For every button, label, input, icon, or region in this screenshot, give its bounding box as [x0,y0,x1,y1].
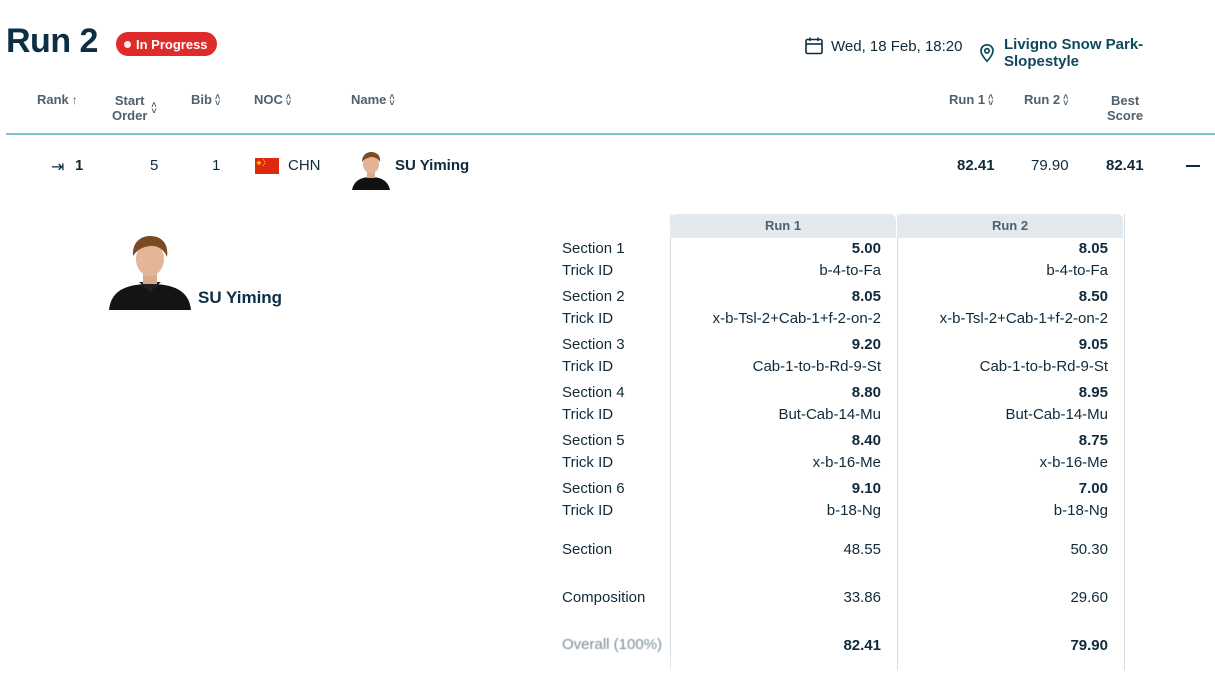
run2-trick-6: b-18-Ng [1053,502,1108,519]
row-start-order: 5 [150,157,159,174]
col-run2[interactable]: Run 2 ˄ ˅ [1024,92,1068,107]
run1-column-header: Run 1 [670,214,896,238]
label-trick-2: Trick ID [562,310,614,327]
run1-trick-1: b-4-to-Fa [819,262,881,279]
run1-section-6: 9.10 [851,480,881,497]
location-pin-icon [977,43,997,63]
col-best-score: Best Score [1107,93,1143,123]
run1-trick-6: b-18-Ng [826,502,881,519]
label-section-1: Section 1 [562,240,625,257]
sort-ascending-icon: ↑ [71,92,78,107]
col-run1[interactable]: Run 1 ˄ ˅ [949,92,993,107]
col-run2-label: Run 2 [1024,92,1061,107]
run1-trick-2: x-b-Tsl-2+Cab-1+f-2-on-2 [712,310,881,327]
row-run1: 82.41 [957,157,995,174]
label-section-4: Section 4 [562,384,625,401]
run2-section-3: 9.05 [1078,336,1108,353]
run2-section-2: 8.50 [1078,288,1108,305]
run2-column-header: Run 2 [897,214,1123,238]
run2-trick-4: But-Cab-14-Mu [1005,406,1108,423]
run1-trick-4: But-Cab-14-Mu [778,406,881,423]
row-name[interactable]: SU Yiming [395,157,469,174]
run2-trick-2: x-b-Tsl-2+Cab-1+f-2-on-2 [939,310,1108,327]
run2-section-4: 8.95 [1078,384,1108,401]
run2-trick-1: b-4-to-Fa [1046,262,1108,279]
run2-trick-5: x-b-16-Me [1039,454,1108,471]
scroll-fade-overlay [480,655,740,695]
row-bib: 1 [212,157,221,174]
run1-section-5: 8.40 [851,432,881,449]
label-trick-4: Trick ID [562,406,614,423]
row-run2: 79.90 [1031,157,1069,174]
status-text: In Progress [136,36,208,52]
col-start-order-label-1: Start [114,93,145,108]
athlete-photo [109,232,191,310]
label-trick-3: Trick ID [562,358,614,375]
collapse-icon[interactable] [1186,165,1200,167]
label-section-total: Section [562,541,613,558]
label-section-6: Section 6 [562,480,625,497]
expand-arrow-icon[interactable]: ⇥ [51,157,64,177]
col-name-label: Name [351,92,387,107]
row-best: 82.41 [1106,157,1144,174]
run2-trick-3: Cab-1-to-b-Rd-9-St [979,358,1108,375]
run2-section-1: 8.05 [1078,240,1108,257]
run1-composition: 33.86 [843,589,881,606]
run1-section-total: 48.55 [843,541,881,558]
live-dot-icon [124,40,131,48]
sort-icon: ˄ ˅ [151,100,157,116]
label-section-2: Section 2 [562,288,625,305]
label-composition: Composition [562,589,646,606]
page-title: Run 2 [6,22,98,60]
run2-section-6: 7.00 [1078,480,1108,497]
col-bib-label: Bib [191,92,212,107]
event-date-text: Wed, 18 Feb, 18:20 [831,37,963,55]
sort-icon: ˄ ˅ [214,91,221,108]
sort-icon: ˄ ˅ [988,91,994,108]
run1-section-1: 5.00 [851,240,881,257]
col-rank[interactable]: Rank ↑ [37,92,78,107]
calendar-icon [804,36,824,56]
avatar [350,150,392,190]
row-rank: 1 [75,157,84,174]
row-noc: CHN [288,157,321,174]
detail-athlete-name: SU Yiming [198,288,283,307]
run2-section-5: 8.75 [1078,432,1108,449]
label-trick-1: Trick ID [562,262,614,279]
sort-icon: ˄ ˅ [1063,91,1069,108]
label-section-5: Section 5 [562,432,625,449]
sort-icon: ˄ ˅ [389,91,395,108]
label-trick-6: Trick ID [562,502,614,519]
run2-composition: 29.60 [1070,589,1108,606]
status-badge: In Progress [116,32,217,56]
col-rank-label: Rank [37,92,69,107]
col-best-label-1: Best [1110,93,1140,108]
col-start-order-label-2: Order [112,108,148,123]
col-noc[interactable]: NOC ˄ ˅ [254,92,291,107]
col-best-label-2: Score [1107,108,1144,123]
col-bib[interactable]: Bib ˄ ˅ [191,92,220,107]
run2-section-total: 50.30 [1070,541,1108,558]
label-overall: Overall (100%) [562,636,663,653]
col-name[interactable]: Name ˄ ˅ [351,92,395,107]
run2-overall: 79.90 [1070,637,1108,654]
sort-icon: ˄ ˅ [285,91,292,108]
event-date: Wed, 18 Feb, 18:20 [804,36,962,56]
run1-section-4: 8.80 [851,384,881,401]
run1-section-3: 9.20 [851,336,881,353]
col-noc-label: NOC [254,92,283,107]
run1-trick-3: Cab-1-to-b-Rd-9-St [752,358,881,375]
flag-china-icon [255,158,279,174]
run1-overall: 82.41 [843,637,881,654]
run1-trick-5: x-b-16-Me [812,454,881,471]
event-venue[interactable]: Livigno Snow Park-Slopestyle [977,36,1215,70]
col-run1-label: Run 1 [949,92,986,107]
header-divider [6,133,1215,135]
run1-section-2: 8.05 [851,288,881,305]
label-section-3: Section 3 [562,336,625,353]
label-trick-5: Trick ID [562,454,614,471]
col-start-order[interactable]: Start Order ˄ ˅ [112,93,157,123]
event-venue-text: Livigno Snow Park-Slopestyle [1004,36,1144,70]
